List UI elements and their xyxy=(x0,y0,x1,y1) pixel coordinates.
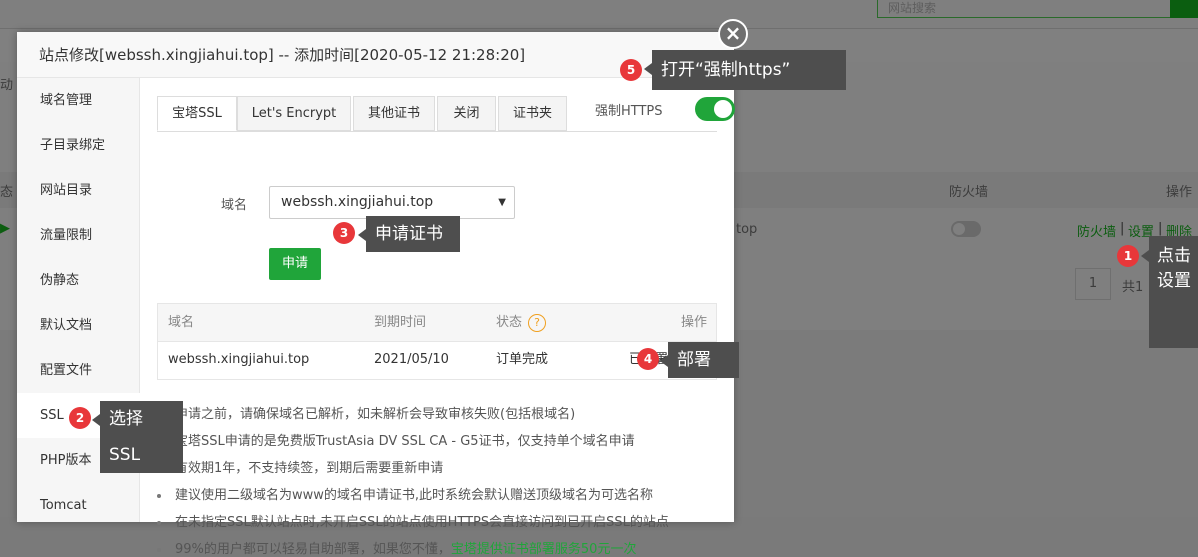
step-1-badge: 1 xyxy=(1117,245,1139,267)
tip-item: 99%的用户都可以轻易自助部署，如果您不懂，宝塔提供证书部署服务50元一次 xyxy=(157,538,636,557)
force-https-toggle[interactable] xyxy=(695,97,735,121)
tab-close[interactable]: 关闭 xyxy=(437,96,496,131)
th-expire: 到期时间 xyxy=(374,315,427,330)
force-https-label: 强制HTTPS xyxy=(595,104,663,119)
deploy-service-link[interactable]: 宝塔提供证书部署服务50元一次 xyxy=(451,542,637,557)
tab-lets-encrypt[interactable]: Let's Encrypt xyxy=(237,96,351,131)
chevron-down-icon: ▼ xyxy=(498,197,506,208)
step-3-callout: 申请证书 xyxy=(358,216,460,252)
step-1-callout: 点击 设置 xyxy=(1141,236,1198,348)
help-icon[interactable]: ? xyxy=(528,313,547,332)
header-firewall: 防火墙 xyxy=(949,185,989,200)
domain-select-value: webssh.xingjiahui.top xyxy=(281,194,434,210)
firewall-link[interactable]: 防火墙 xyxy=(1077,221,1116,240)
bullet xyxy=(157,493,161,498)
tab-baota-ssl[interactable]: 宝塔SSL xyxy=(157,96,237,131)
action-sep: | xyxy=(1120,221,1125,236)
tip-item: 申请之前，请确保域名已解析，如未解析会导致审核失败(包括根域名) xyxy=(157,403,575,422)
cert-expire: 2021/05/10 xyxy=(374,352,449,367)
bullet xyxy=(157,547,161,552)
sidebar-item-config[interactable]: 配置文件 xyxy=(17,348,139,393)
th-domain: 域名 xyxy=(168,315,195,330)
step-1-line-1: 点击 xyxy=(1157,246,1191,266)
pager-current[interactable]: 1 xyxy=(1075,268,1111,300)
action-sep: | xyxy=(1158,221,1163,236)
sidebar-item-domain[interactable]: 域名管理 xyxy=(17,78,139,123)
th-ops: 操作 xyxy=(681,315,708,330)
cert-table: 域名 到期时间 状态? 操作 webssh.xingjiahui.top 202… xyxy=(157,303,717,380)
sidebar-item-site-dir[interactable]: 网站目录 xyxy=(17,168,139,213)
header-status: 态 xyxy=(0,185,14,200)
row-domain[interactable]: top xyxy=(736,222,757,237)
tip-item: 在未指定SSL默认站点时,未开启SSL的站点使用HTTPS会直接访问到已开启SS… xyxy=(157,511,669,530)
step-4-badge: 4 xyxy=(637,348,659,370)
toolbar-text: 动 xyxy=(0,78,14,93)
th-status: 状态? xyxy=(496,304,547,341)
play-icon: ▶ xyxy=(0,221,10,236)
tip-item: 建议使用二级域名为www的域名申请证书,此时系统会默认赠送顶级域名为可选名称 xyxy=(157,484,653,503)
bullet xyxy=(157,520,161,525)
step-1-line-2: 设置 xyxy=(1157,271,1191,291)
tab-cert-folder[interactable]: 证书夹 xyxy=(498,96,567,131)
close-icon[interactable]: × xyxy=(718,19,748,49)
search-input[interactable]: 网站搜索 xyxy=(877,0,1171,18)
sidebar-item-subdir[interactable]: 子目录绑定 xyxy=(17,123,139,168)
sidebar-item-tomcat[interactable]: Tomcat xyxy=(17,483,139,528)
cert-table-header: 域名 到期时间 状态? 操作 xyxy=(158,304,716,342)
search-button[interactable] xyxy=(1170,0,1198,18)
sidebar-item-default-doc[interactable]: 默认文档 xyxy=(17,303,139,348)
step-5-callout: 打开“强制https” xyxy=(644,50,846,90)
step-2-callout: 选择SSL xyxy=(92,401,183,473)
tip-item: 有效期1年，不支持续签，到期后需要重新申请 xyxy=(157,457,443,476)
sidebar-item-traffic[interactable]: 流量限制 xyxy=(17,213,139,258)
step-3-badge: 3 xyxy=(333,222,355,244)
sidebar-item-rewrite[interactable]: 伪静态 xyxy=(17,258,139,303)
pager-total: 共1 xyxy=(1122,280,1144,295)
firewall-toggle[interactable] xyxy=(951,221,981,237)
tab-other-cert[interactable]: 其他证书 xyxy=(353,96,435,131)
apply-button[interactable]: 申请 xyxy=(269,248,321,280)
step-4-callout: 部署 xyxy=(660,342,739,378)
header-ops: 操作 xyxy=(1166,185,1193,200)
domain-label: 域名 xyxy=(221,198,248,213)
cert-domain: webssh.xingjiahui.top xyxy=(168,352,310,367)
tip-item: 宝塔SSL申请的是免费版TrustAsia DV SSL CA - G5证书，仅… xyxy=(157,430,635,449)
domain-select[interactable]: webssh.xingjiahui.top ▼ xyxy=(269,186,515,219)
step-5-badge: 5 xyxy=(620,59,642,81)
cert-status: 订单完成 xyxy=(496,352,549,367)
step-2-badge: 2 xyxy=(69,407,91,429)
